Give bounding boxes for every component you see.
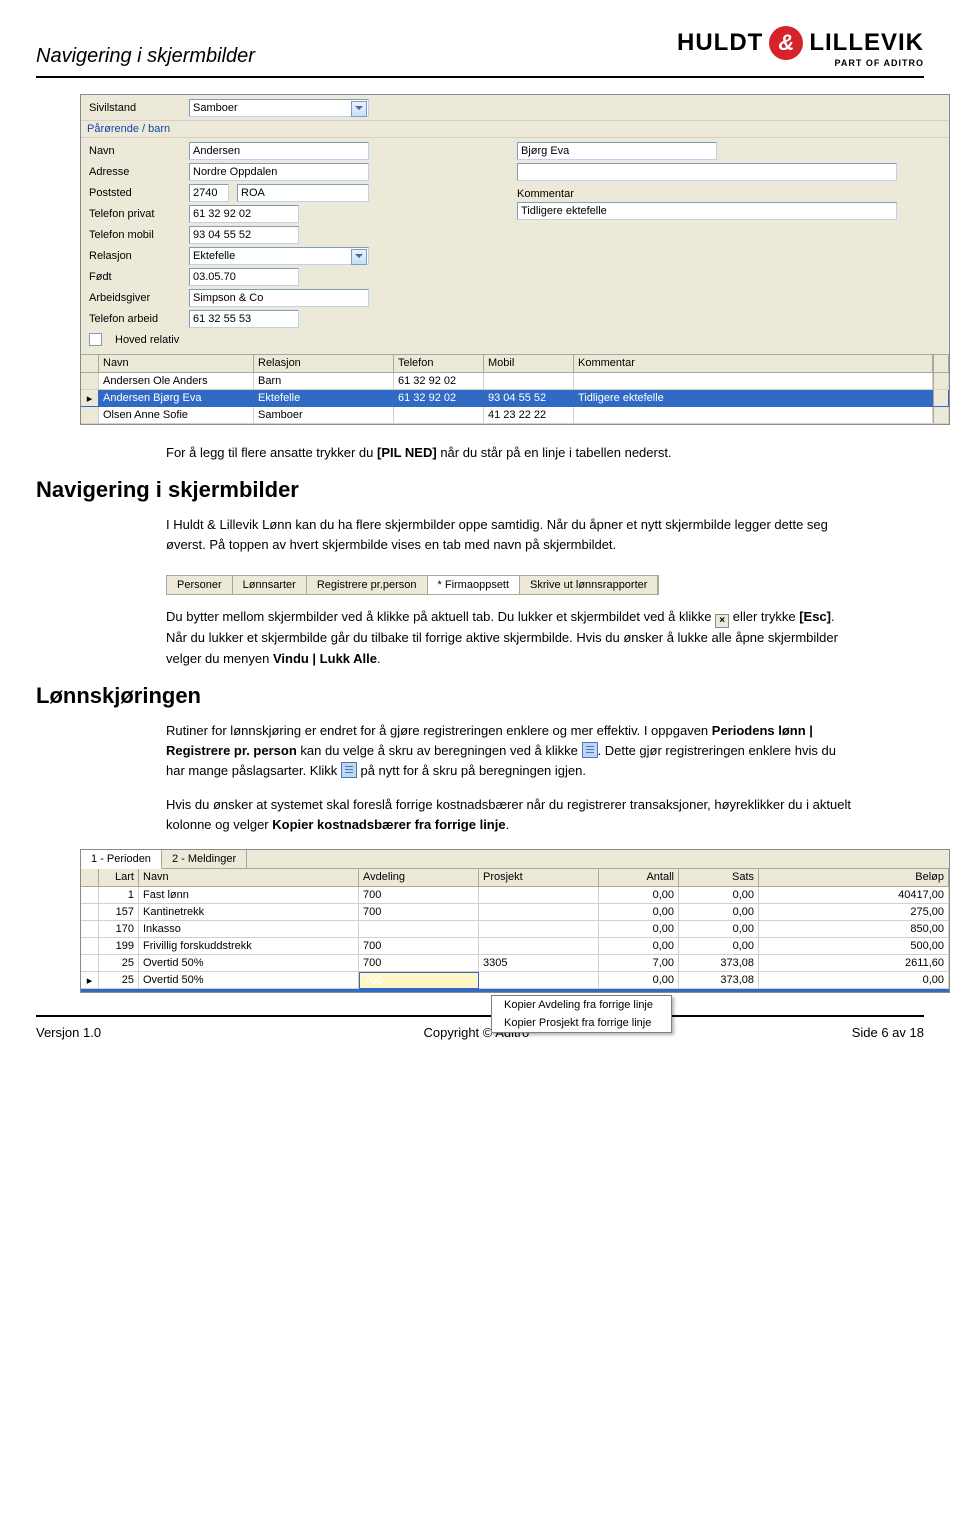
col-avdeling[interactable]: Avdeling xyxy=(359,869,479,887)
brand-subtitle: PART OF ADITRO xyxy=(677,58,924,68)
input-adresse[interactable]: Nordre Oppdalen xyxy=(189,163,369,181)
tab-firmaoppsett[interactable]: * Firmaoppsett xyxy=(428,576,521,594)
col-belop[interactable]: Beløp xyxy=(759,869,949,887)
label-fodt: Født xyxy=(89,271,181,283)
col-lart[interactable]: Lart xyxy=(99,869,139,887)
para-nav: I Huldt & Lillevik Lønn kan du ha flere … xyxy=(166,515,856,555)
table-row[interactable]: Olsen Anne SofieSamboer41 23 22 22 xyxy=(81,407,949,424)
col-kommentar[interactable]: Kommentar xyxy=(574,355,933,373)
tab-registrere[interactable]: Registrere pr.person xyxy=(307,576,428,594)
label-sivilstand: Sivilstand xyxy=(89,102,181,114)
tab-personer[interactable]: Personer xyxy=(167,576,233,594)
label-poststed: Poststed xyxy=(89,187,181,199)
col-mobil[interactable]: Mobil xyxy=(484,355,574,373)
pay-grid-panel: 1 - Perioden 2 - Meldinger Lart Navn Avd… xyxy=(80,849,950,993)
context-menu[interactable]: Kopier Avdeling fra forrige linje Kopier… xyxy=(491,995,672,1033)
table-row[interactable]: 199Frivillig forskuddstrekk7000,000,0050… xyxy=(81,938,949,955)
para-lonn-2: Hvis du ønsker at systemet skal foreslå … xyxy=(166,795,856,835)
tab-perioden[interactable]: 1 - Perioden xyxy=(81,850,162,869)
tab-lonnsarter[interactable]: Lønnsarter xyxy=(233,576,307,594)
select-sivilstand[interactable]: Samboer xyxy=(189,99,369,117)
page-title: Navigering i skjermbilder xyxy=(36,45,255,68)
input-adresse2[interactable] xyxy=(517,163,897,181)
brand-logo: HULDT & LILLEVIK PART OF ADITRO xyxy=(677,26,924,68)
col-pay-navn[interactable]: Navn xyxy=(139,869,359,887)
checkbox-hoved-relativ[interactable] xyxy=(89,333,102,346)
tab-meldinger[interactable]: 2 - Meldinger xyxy=(162,850,247,868)
label-tel-privat: Telefon privat xyxy=(89,208,181,220)
col-navn[interactable]: Navn xyxy=(99,355,254,373)
relatives-grid[interactable]: Navn Relasjon Telefon Mobil Kommentar An… xyxy=(81,354,949,424)
brand-ampersand-icon: & xyxy=(769,26,803,60)
col-relasjon[interactable]: Relasjon xyxy=(254,355,394,373)
label-navn: Navn xyxy=(89,145,181,157)
input-kommentar[interactable]: Tidligere ektefelle xyxy=(517,202,897,220)
label-hoved-relativ: Hoved relativ xyxy=(115,334,179,346)
input-poststed[interactable]: ROA xyxy=(237,184,369,202)
label-tel-arbeid: Telefon arbeid xyxy=(89,313,181,325)
footer-page: Side 6 av 18 xyxy=(852,1025,924,1040)
ctx-copy-prosjekt[interactable]: Kopier Prosjekt fra forrige linje xyxy=(492,1014,671,1032)
ctx-copy-avdeling[interactable]: Kopier Avdeling fra forrige linje xyxy=(492,996,671,1014)
label-arbeidsgiver: Arbeidsgiver xyxy=(89,292,181,304)
heading-navigering: Navigering i skjermbilder xyxy=(36,477,924,503)
form-panel-relative: Sivilstand Samboer Pårørende / barn Navn… xyxy=(80,94,950,425)
label-kommentar: Kommentar xyxy=(517,188,941,200)
col-telefon[interactable]: Telefon xyxy=(394,355,484,373)
tab-strip-screens: Personer Lønnsarter Registrere pr.person… xyxy=(166,575,659,595)
table-row[interactable]: ▸Andersen Bjørg EvaEktefelle61 32 92 029… xyxy=(81,390,949,407)
table-row[interactable]: Andersen Ole AndersBarn61 32 92 02 xyxy=(81,373,949,390)
col-prosjekt[interactable]: Prosjekt xyxy=(479,869,599,887)
input-tel-mobil[interactable]: 93 04 55 52 xyxy=(189,226,299,244)
table-row[interactable]: ▸25Overtid 50%7000,00373,080,00 xyxy=(81,972,949,989)
input-tel-privat[interactable]: 61 32 92 02 xyxy=(189,205,299,223)
group-band-relative: Pårørende / barn xyxy=(81,120,949,138)
tab-skrive-ut[interactable]: Skrive ut lønnsrapporter xyxy=(520,576,658,594)
input-firstname[interactable]: Bjørg Eva xyxy=(517,142,717,160)
input-postnr[interactable]: 2740 xyxy=(189,184,229,202)
para-close-tab: Du bytter mellom skjermbilder ved å klik… xyxy=(166,607,856,668)
table-row[interactable]: 1Fast lønn7000,000,0040417,00 xyxy=(81,887,949,904)
input-fodt[interactable]: 03.05.70 xyxy=(189,268,299,286)
calc-toggle-icon xyxy=(582,742,598,758)
table-row[interactable]: 25Overtid 50%70033057,00373,082611,60 xyxy=(81,955,949,972)
select-relasjon[interactable]: Ektefelle xyxy=(189,247,369,265)
calc-toggle-icon xyxy=(341,762,357,778)
label-tel-mobil: Telefon mobil xyxy=(89,229,181,241)
brand-huldt: HULDT xyxy=(677,29,763,57)
close-icon: × xyxy=(715,614,729,628)
table-row[interactable]: 157Kantinetrekk7000,000,00275,00 xyxy=(81,904,949,921)
brand-lillevik: LILLEVIK xyxy=(809,29,924,57)
heading-lonnskjoringen: Lønnskjøringen xyxy=(36,683,924,709)
col-sats[interactable]: Sats xyxy=(679,869,759,887)
input-arbeidsgiver[interactable]: Simpson & Co xyxy=(189,289,369,307)
scrollbar-v-icon[interactable] xyxy=(933,355,949,373)
para-lonn-1: Rutiner for lønnskjøring er endret for å… xyxy=(166,721,856,781)
col-antall[interactable]: Antall xyxy=(599,869,679,887)
label-relasjon: Relasjon xyxy=(89,250,181,262)
footer-version: Versjon 1.0 xyxy=(36,1025,101,1040)
input-tel-arbeid[interactable]: 61 32 55 53 xyxy=(189,310,299,328)
label-adresse: Adresse xyxy=(89,166,181,178)
input-surname[interactable]: Andersen xyxy=(189,142,369,160)
table-row[interactable]: 170Inkasso0,000,00850,00 xyxy=(81,921,949,938)
para-pilned: For å legg til flere ansatte trykker du … xyxy=(166,443,856,463)
grid-insert-line xyxy=(81,989,949,992)
